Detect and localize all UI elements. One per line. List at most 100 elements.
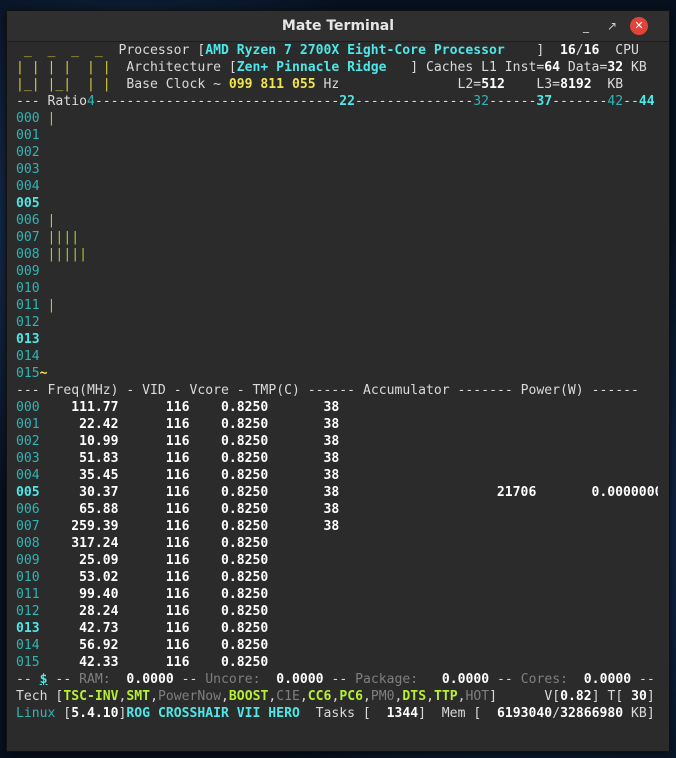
- freq-value: 35.45: [39, 468, 119, 483]
- vcore-value: 0.8250: [189, 502, 269, 517]
- minimize-icon[interactable]: _: [577, 17, 595, 35]
- ratio-bar: ||||: [47, 230, 80, 245]
- core-id: 012: [16, 315, 40, 330]
- tmp-value: [268, 638, 339, 653]
- ratio-row: 000 |: [16, 110, 658, 127]
- ratio-row: 004: [16, 178, 658, 195]
- ratio-row: 007 ||||: [16, 229, 658, 246]
- vcore-value: 0.8250: [189, 434, 269, 449]
- table-row: 011 99.40 116 0.8250: [16, 586, 658, 603]
- core-id: 014: [16, 349, 40, 364]
- table-row: 002 10.99 116 0.8250 38: [16, 433, 658, 450]
- ratio-row: 003: [16, 161, 658, 178]
- ratio-row: 006 |: [16, 212, 658, 229]
- ratio-row: 008 |||||: [16, 246, 658, 263]
- ratio-bar: |: [47, 298, 56, 313]
- freq-value: 22.42: [39, 417, 119, 432]
- ratio-header: --- Ratio4------------------------------…: [16, 94, 655, 109]
- vid-value: 116: [118, 468, 190, 483]
- ratio-row: 011 |: [16, 297, 658, 314]
- table-row: 003 51.83 116 0.8250 38: [16, 450, 658, 467]
- vid-value: 116: [118, 587, 190, 602]
- vcore-value: 0.8250: [189, 570, 269, 585]
- vid-value: 116: [118, 638, 190, 653]
- tmp-value: 38: [268, 502, 340, 517]
- freq-value: 42.73: [39, 621, 119, 636]
- table-row: 013 42.73 116 0.8250: [16, 620, 658, 637]
- vcore-value: 0.8250: [189, 621, 269, 636]
- table-row: 014 56.92 116 0.8250: [16, 637, 658, 654]
- tmp-value: 38: [268, 417, 340, 432]
- window-title: Mate Terminal: [281, 18, 395, 34]
- header-line-3: |_| |_| | | Base Clock ~ 099 811 055 Hz …: [16, 77, 624, 92]
- vcore-value: 0.8250: [189, 638, 269, 653]
- ratio-footer: 015~: [16, 366, 48, 381]
- processor-name: AMD Ryzen 7 2700X Eight-Core Processor: [205, 43, 505, 58]
- tmp-value: [268, 587, 339, 602]
- core-id: 011: [16, 298, 40, 313]
- accumulator-value: 21706: [339, 485, 537, 500]
- freq-value: 56.92: [39, 638, 119, 653]
- ratio-row: 001: [16, 127, 658, 144]
- ratio-row: 010: [16, 280, 658, 297]
- vid-value: 116: [118, 400, 190, 415]
- core-id: 000: [16, 400, 40, 415]
- core-id: 003: [16, 162, 40, 177]
- core-table: 000 111.77 116 0.8250 38 001 22.42 116 0.…: [16, 399, 658, 671]
- core-id: 005: [16, 485, 40, 500]
- vcore-value: 0.8250: [189, 451, 269, 466]
- ratio-row: 014: [16, 348, 658, 365]
- freq-value: 99.40: [39, 587, 119, 602]
- vid-value: 116: [118, 451, 190, 466]
- core-id: 007: [16, 519, 40, 534]
- tmp-value: 38: [268, 519, 340, 534]
- ratio-row: 012: [16, 314, 658, 331]
- freq-value: 53.02: [39, 570, 119, 585]
- table-row: 005 30.37 116 0.8250 38 21706 0.00000000…: [16, 484, 658, 501]
- tmp-value: 38: [268, 485, 340, 500]
- dollar-link[interactable]: $: [40, 672, 48, 687]
- table-row: 012 28.24 116 0.8250: [16, 603, 658, 620]
- ratio-bar: |: [47, 111, 56, 126]
- table-row: 004 35.45 116 0.8250 38: [16, 467, 658, 484]
- table-row: 010 53.02 116 0.8250: [16, 569, 658, 586]
- power-line: -- $ -- RAM: 0.0000 -- Uncore: 0.0000 --…: [16, 672, 655, 687]
- freq-value: 259.39: [39, 519, 119, 534]
- tmp-value: 38: [268, 400, 340, 415]
- vid-value: 116: [118, 417, 190, 432]
- vcore-value: 0.8250: [189, 400, 269, 415]
- terminal-content[interactable]: _ _ _ _ Processor [AMD Ryzen 7 2700X Eig…: [16, 42, 658, 742]
- core-id: 006: [16, 213, 40, 228]
- ratio-bar: |||||: [47, 247, 87, 262]
- core-id: 008: [16, 247, 40, 262]
- table-row: 001 22.42 116 0.8250 38: [16, 416, 658, 433]
- title-bar[interactable]: Mate Terminal _ ↗ ✕: [7, 11, 669, 42]
- maximize-icon[interactable]: ↗: [603, 17, 621, 35]
- core-id: 003: [16, 451, 40, 466]
- tmp-value: [268, 655, 339, 670]
- tmp-value: [268, 553, 339, 568]
- table-row: 000 111.77 116 0.8250 38: [16, 399, 658, 416]
- table-row: 009 25.09 116 0.8250: [16, 552, 658, 569]
- ratio-row: 002: [16, 144, 658, 161]
- ratio-bar: |: [47, 213, 56, 228]
- core-id: 001: [16, 417, 40, 432]
- vid-value: 116: [118, 485, 190, 500]
- freq-value: 317.24: [39, 536, 119, 551]
- vid-value: 116: [118, 536, 190, 551]
- tech-line: Tech [TSC-INV,SMT,PowerNow,BOOST,C1E,CC6…: [16, 689, 655, 704]
- ratio-row: 013: [16, 331, 658, 348]
- base-clock-value: 099 811 055: [228, 77, 316, 92]
- vcore-value: 0.8250: [189, 553, 269, 568]
- core-id: 009: [16, 264, 40, 279]
- core-id: 000: [16, 111, 40, 126]
- ratio-row: 005: [16, 195, 658, 212]
- core-id: 009: [16, 553, 40, 568]
- freq-value: 30.37: [39, 485, 119, 500]
- terminal-window[interactable]: Mate Terminal _ ↗ ✕ _ _ _ _ Processor [A…: [6, 10, 670, 752]
- vid-value: 116: [118, 502, 190, 517]
- close-icon[interactable]: ✕: [630, 17, 648, 35]
- core-id: 011: [16, 587, 40, 602]
- core-id: 005: [16, 196, 40, 211]
- tmp-value: [268, 604, 339, 619]
